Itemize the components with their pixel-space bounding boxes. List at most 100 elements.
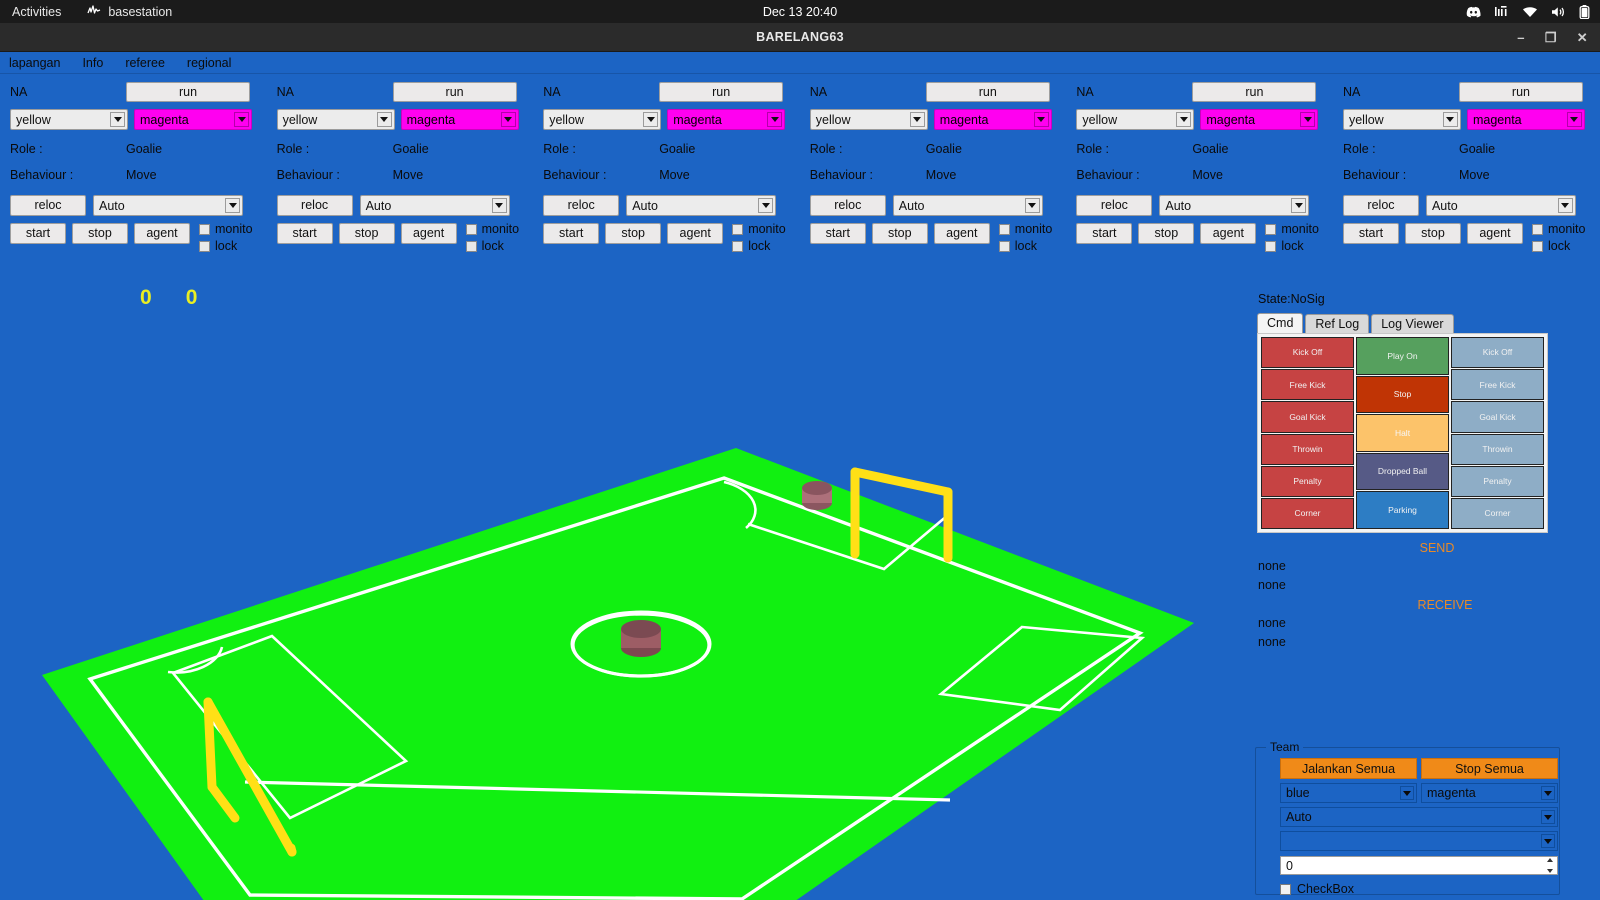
run-button[interactable]: run: [925, 82, 1050, 102]
chevron-down-icon[interactable]: [1300, 112, 1316, 127]
mode-select[interactable]: Auto: [892, 195, 1043, 216]
stop-button[interactable]: stop: [338, 223, 395, 244]
tab-ref-log[interactable]: Ref Log: [1305, 314, 1370, 334]
team-color-select[interactable]: yellow: [10, 109, 128, 130]
cmd-right-penalty[interactable]: Penalty: [1451, 465, 1544, 497]
cmd-left-goalkick[interactable]: Goal Kick: [1261, 401, 1354, 433]
run-button[interactable]: run: [1192, 82, 1317, 102]
mode-select[interactable]: Auto: [93, 195, 243, 216]
chevron-down-icon[interactable]: [234, 112, 249, 127]
activities-button[interactable]: Activities: [12, 5, 61, 19]
run-button[interactable]: run: [126, 82, 250, 102]
lock-checkbox[interactable]: [1265, 240, 1277, 252]
monitor-checkbox-row[interactable]: monito: [732, 222, 786, 236]
chevron-down-icon[interactable]: [1176, 112, 1192, 127]
cmd-right-kickoff[interactable]: Kick Off: [1451, 337, 1544, 369]
team-color-select[interactable]: yellow: [809, 109, 928, 130]
gnome-clock[interactable]: Dec 13 20:40: [763, 5, 837, 19]
network-chart-icon[interactable]: [1494, 5, 1509, 18]
volume-icon[interactable]: [1551, 6, 1566, 18]
agent-button[interactable]: agent: [933, 223, 990, 244]
agent-button[interactable]: agent: [134, 223, 190, 244]
field-view[interactable]: [0, 370, 1255, 900]
team-checkbox[interactable]: [1280, 883, 1291, 895]
agent-button[interactable]: agent: [400, 223, 457, 244]
cmd-left-corner[interactable]: Corner: [1261, 497, 1354, 529]
monitor-checkbox[interactable]: [1531, 223, 1543, 235]
agent-button[interactable]: agent: [1466, 223, 1523, 244]
team-color-a-select[interactable]: blue: [1280, 783, 1417, 803]
team-spinbox[interactable]: 0: [1280, 856, 1558, 875]
menu-item-lapangan[interactable]: lapangan: [6, 55, 63, 71]
reloc-button[interactable]: reloc: [1076, 195, 1153, 216]
chevron-down-icon[interactable]: [110, 112, 125, 127]
team-color-select[interactable]: yellow: [1342, 109, 1461, 130]
run-button[interactable]: run: [392, 82, 517, 102]
monitor-checkbox-row[interactable]: monito: [465, 222, 519, 236]
team-color-select[interactable]: yellow: [543, 109, 662, 130]
stop-button[interactable]: stop: [605, 223, 662, 244]
cmd-play-on[interactable]: Play On: [1356, 337, 1449, 375]
chevron-down-icon[interactable]: [1541, 786, 1555, 800]
reloc-button[interactable]: reloc: [276, 195, 353, 216]
team-color-select[interactable]: yellow: [1076, 109, 1195, 130]
chevron-down-icon[interactable]: [767, 112, 783, 127]
monitor-checkbox-row[interactable]: monito: [998, 222, 1052, 236]
lock-checkbox-row[interactable]: lock: [998, 239, 1053, 253]
wifi-icon[interactable]: [1522, 6, 1538, 18]
start-button[interactable]: start: [10, 223, 66, 244]
chevron-down-icon[interactable]: [491, 198, 507, 213]
chevron-down-icon[interactable]: [1541, 834, 1555, 848]
stop-all-button[interactable]: Stop Semua: [1421, 758, 1558, 779]
chevron-down-icon[interactable]: [1400, 786, 1414, 800]
field-canvas[interactable]: [0, 370, 1255, 900]
start-button[interactable]: start: [1342, 223, 1399, 244]
chevron-down-icon[interactable]: [500, 112, 516, 127]
monitor-checkbox-row[interactable]: monito: [1531, 222, 1586, 236]
lock-checkbox-row[interactable]: lock: [199, 239, 253, 253]
team-extra-select[interactable]: [1280, 831, 1558, 851]
stop-button[interactable]: stop: [72, 223, 128, 244]
minimize-button[interactable]: –: [1517, 31, 1525, 44]
start-button[interactable]: start: [543, 223, 600, 244]
run-button[interactable]: run: [659, 82, 784, 102]
cmd-dropped-ball[interactable]: Dropped Ball: [1356, 452, 1449, 491]
spinner-arrows-icon[interactable]: [1543, 858, 1556, 873]
monitor-checkbox[interactable]: [1265, 223, 1277, 235]
monitor-checkbox[interactable]: [998, 223, 1010, 235]
chevron-down-icon[interactable]: [225, 198, 240, 213]
cmd-halt[interactable]: Halt: [1356, 414, 1449, 452]
menu-item-referee[interactable]: referee: [122, 55, 168, 71]
start-button[interactable]: start: [276, 223, 333, 244]
robot-color-select[interactable]: magenta: [933, 109, 1052, 130]
reloc-button[interactable]: reloc: [10, 195, 86, 216]
discord-icon[interactable]: [1466, 6, 1481, 18]
agent-button[interactable]: agent: [1200, 223, 1257, 244]
chevron-down-icon[interactable]: [758, 198, 774, 213]
chevron-down-icon[interactable]: [376, 112, 392, 127]
team-color-select[interactable]: yellow: [276, 109, 395, 130]
chevron-down-icon[interactable]: [1442, 112, 1458, 127]
cmd-stop[interactable]: Stop: [1356, 375, 1449, 414]
team-color-b-select[interactable]: magenta: [1421, 783, 1558, 803]
lock-checkbox-row[interactable]: lock: [732, 239, 786, 253]
robot-color-select[interactable]: magenta: [667, 109, 786, 130]
robot-center[interactable]: [621, 620, 661, 657]
cmd-left-throwin[interactable]: Throwin: [1261, 433, 1354, 465]
chevron-down-icon[interactable]: [1024, 198, 1040, 213]
mode-select[interactable]: Auto: [1159, 195, 1310, 216]
monitor-checkbox-row[interactable]: monito: [199, 222, 253, 236]
mode-select[interactable]: Auto: [1425, 195, 1576, 216]
run-all-button[interactable]: Jalankan Semua: [1280, 758, 1417, 779]
chevron-down-icon[interactable]: [1541, 810, 1555, 824]
lock-checkbox[interactable]: [732, 240, 744, 252]
cmd-left-penalty[interactable]: Penalty: [1261, 465, 1354, 497]
cmd-right-corner[interactable]: Corner: [1451, 497, 1544, 529]
menu-item-info[interactable]: Info: [79, 55, 106, 71]
stop-button[interactable]: stop: [1404, 223, 1461, 244]
lock-checkbox[interactable]: [1531, 240, 1543, 252]
robot-color-select[interactable]: magenta: [1200, 109, 1319, 130]
chevron-down-icon[interactable]: [1566, 112, 1582, 127]
monitor-checkbox[interactable]: [465, 223, 477, 235]
chevron-down-icon[interactable]: [909, 112, 925, 127]
